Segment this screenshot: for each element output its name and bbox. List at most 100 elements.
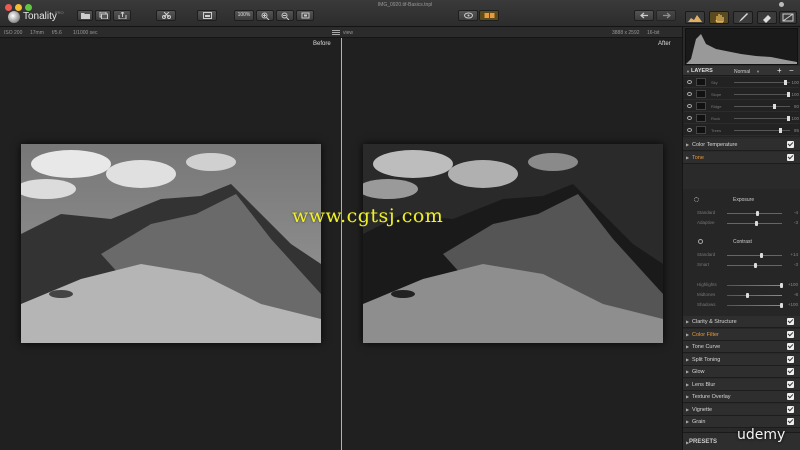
chevron-right-icon[interactable]: ▶ — [686, 142, 689, 147]
layer-opacity-slider[interactable] — [734, 82, 790, 83]
section-header[interactable]: ▶ Texture Overlay — [683, 391, 800, 403]
adjustment-slider[interactable] — [727, 285, 782, 286]
zoom-in-icon — [261, 12, 269, 20]
enable-checkbox[interactable] — [787, 343, 794, 350]
chevron-right-icon[interactable]: ▶ — [686, 319, 689, 324]
chevron-right-icon[interactable]: ▶ — [686, 382, 689, 387]
hand-tool-button[interactable] — [709, 11, 729, 24]
enable-checkbox[interactable] — [787, 380, 794, 388]
chevron-right-icon[interactable]: ▶ — [686, 344, 689, 349]
section-header[interactable]: ▶ Lens Blur — [683, 378, 800, 391]
section-header[interactable]: ▶ Clarity & Structure — [683, 316, 800, 328]
section-header[interactable]: ▶ Glow — [683, 366, 800, 378]
slider-value: -3 — [793, 262, 798, 267]
zoom-level[interactable]: 100% — [234, 10, 254, 21]
slider-knob[interactable] — [778, 128, 782, 133]
chevron-right-icon[interactable]: ▶ — [686, 419, 689, 424]
enable-checkbox[interactable] — [787, 355, 794, 363]
close-window-button[interactable] — [5, 4, 12, 11]
slider-knob[interactable] — [780, 303, 783, 308]
enable-checkbox[interactable] — [787, 405, 794, 413]
minimize-window-button[interactable] — [15, 4, 22, 11]
redo-button[interactable] — [656, 10, 676, 21]
blend-mode-select[interactable]: Normal — [734, 69, 750, 75]
slider-knob[interactable] — [745, 293, 749, 298]
layer-row[interactable]: Slope 100 — [684, 89, 799, 100]
chevron-right-icon[interactable]: ▶ — [686, 332, 689, 337]
slider-knob[interactable] — [753, 263, 757, 268]
layer-mask-thumbnail[interactable] — [696, 114, 706, 122]
layer-opacity-value: 100 — [791, 80, 799, 85]
chevron-right-icon[interactable]: ▶ — [686, 369, 689, 374]
view-label[interactable]: view — [343, 30, 353, 36]
section-header[interactable]: ▶ Tone — [683, 151, 800, 164]
zoom-out-button[interactable] — [276, 10, 294, 21]
layer-mask-thumbnail[interactable] — [696, 78, 706, 86]
section-header[interactable]: ▶ Tone Curve — [683, 341, 800, 353]
adjustment-slider[interactable] — [727, 305, 782, 306]
chevron-right-icon[interactable]: ▶ — [686, 407, 689, 412]
crop-tool-button[interactable] — [156, 10, 176, 21]
maximize-window-button[interactable] — [25, 4, 32, 11]
eye-icon[interactable] — [687, 80, 692, 84]
enable-checkbox[interactable] — [787, 153, 794, 161]
eraser-tool-button[interactable] — [757, 11, 777, 24]
export-button[interactable] — [113, 10, 131, 21]
view-menu-icon[interactable] — [332, 30, 340, 35]
gradient-tool-button[interactable] — [779, 11, 797, 24]
chevron-down-icon[interactable]: ▼ — [756, 69, 760, 74]
undo-button[interactable] — [634, 10, 654, 21]
slider-knob[interactable] — [773, 104, 777, 109]
enable-checkbox[interactable] — [787, 141, 794, 148]
compare-layout-button[interactable] — [197, 10, 217, 21]
fit-screen-button[interactable] — [296, 10, 314, 21]
eye-icon[interactable] — [687, 128, 692, 132]
enable-checkbox[interactable] — [787, 318, 794, 325]
split-view-button[interactable] — [479, 10, 499, 21]
layer-row[interactable]: Ridge 80 — [684, 101, 799, 112]
adjustment-slider[interactable] — [727, 213, 782, 214]
layer-opacity-slider[interactable] — [734, 94, 790, 95]
layer-row[interactable]: Rock 100 — [684, 113, 799, 124]
eye-icon[interactable] — [687, 116, 692, 120]
chevron-down-icon[interactable]: ▼ — [686, 69, 690, 74]
section-header[interactable]: ▶ Vignette — [683, 403, 800, 416]
layer-row[interactable]: Trees 85 — [684, 125, 799, 136]
layer-mask-thumbnail[interactable] — [696, 102, 706, 110]
eye-icon[interactable] — [687, 92, 692, 96]
adjustment-slider[interactable] — [727, 255, 782, 256]
add-layer-button[interactable]: + — [777, 66, 782, 75]
zoom-in-button[interactable] — [256, 10, 274, 21]
slider-knob[interactable] — [780, 283, 783, 288]
section-header[interactable]: ▶ Color Temperature — [683, 139, 800, 151]
section-header[interactable]: ▶ Color Filter — [683, 328, 800, 341]
remove-layer-button[interactable]: − — [789, 66, 794, 75]
slider-label: Standard — [697, 252, 716, 257]
section-header[interactable]: ▶ Split Toning — [683, 353, 800, 366]
brush-tool-button[interactable] — [733, 11, 753, 24]
slider-knob[interactable] — [755, 221, 759, 226]
layer-opacity-slider[interactable] — [734, 118, 790, 119]
enable-checkbox[interactable] — [787, 368, 794, 375]
enable-checkbox[interactable] — [787, 393, 794, 400]
slider-knob[interactable] — [759, 253, 763, 258]
chevron-right-icon[interactable]: ▶ — [686, 394, 689, 399]
split-divider[interactable] — [341, 38, 342, 450]
enable-checkbox[interactable] — [787, 418, 794, 425]
histogram-toggle-button[interactable] — [685, 11, 705, 24]
slider-knob[interactable] — [756, 211, 760, 216]
duplicate-button[interactable] — [95, 10, 111, 21]
image-canvas[interactable]: Before After — [0, 38, 682, 450]
enable-checkbox[interactable] — [787, 330, 794, 338]
layer-mask-thumbnail[interactable] — [696, 90, 706, 98]
app-logo-icon — [8, 11, 20, 23]
view-original-button[interactable] — [458, 10, 478, 21]
open-folder-button[interactable] — [77, 10, 93, 21]
adjustment-slider[interactable] — [727, 295, 782, 296]
layer-mask-thumbnail[interactable] — [696, 126, 706, 134]
layer-row[interactable]: Sky 100 — [684, 77, 799, 88]
eye-icon[interactable] — [687, 104, 692, 108]
chevron-right-icon[interactable]: ▶ — [686, 357, 689, 362]
layer-opacity-slider[interactable] — [734, 106, 790, 107]
chevron-right-icon[interactable]: ▶ — [686, 155, 689, 160]
